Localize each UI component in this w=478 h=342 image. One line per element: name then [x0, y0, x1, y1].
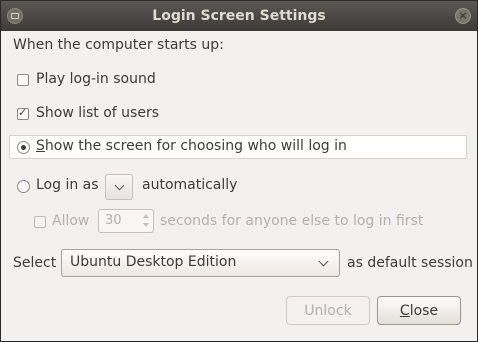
play-sound-checkbox[interactable] [17, 74, 29, 86]
close-mnemonic: C [399, 302, 410, 319]
chevron-down-icon [318, 256, 329, 267]
spinner-up-icon[interactable] [143, 214, 149, 218]
app-icon [7, 8, 23, 24]
user-select[interactable] [105, 174, 133, 200]
window-title: Login Screen Settings [152, 8, 326, 24]
close-button[interactable]: Close [377, 296, 461, 325]
allow-suffix: seconds for anyone else to log in first [160, 213, 424, 229]
intro-label: When the computer starts up: [13, 37, 224, 53]
allow-seconds-spinner[interactable]: 30 [98, 209, 154, 233]
login-screen-settings-window: Login Screen Settings × When the compute… [0, 0, 478, 342]
show-users-label[interactable]: Show list of users [36, 105, 159, 121]
show-screen-radio[interactable] [17, 141, 30, 154]
show-screen-mnemonic: S [36, 138, 45, 154]
dialog-content: When the computer starts up: Play log-in… [1, 31, 477, 341]
spinner-down-icon[interactable] [143, 223, 149, 227]
spinner-arrows[interactable] [141, 212, 151, 230]
login-as-suffix: automatically [142, 177, 238, 193]
close-text: lose [409, 302, 439, 319]
allow-label: Allow [52, 213, 90, 229]
login-as-label[interactable]: Log in as [36, 177, 99, 193]
session-suffix: as default session [347, 255, 473, 271]
session-select[interactable]: Ubuntu Desktop Edition [61, 249, 340, 277]
chevron-down-icon [114, 180, 125, 191]
session-prefix: Select [13, 255, 57, 271]
unlock-button[interactable]: Unlock [286, 296, 370, 325]
session-value: Ubuntu Desktop Edition [70, 254, 237, 270]
close-icon[interactable]: × [455, 8, 471, 24]
allow-seconds-value: 30 [105, 213, 122, 228]
show-screen-label[interactable]: Show the screen for choosing who will lo… [36, 138, 347, 154]
play-sound-label[interactable]: Play log-in sound [36, 71, 156, 87]
allow-checkbox[interactable] [34, 216, 46, 228]
login-as-radio[interactable] [17, 180, 30, 193]
title-bar[interactable]: Login Screen Settings × [1, 1, 477, 31]
show-users-checkbox[interactable] [17, 106, 29, 120]
show-screen-text: how the screen for choosing who will log… [44, 138, 347, 154]
